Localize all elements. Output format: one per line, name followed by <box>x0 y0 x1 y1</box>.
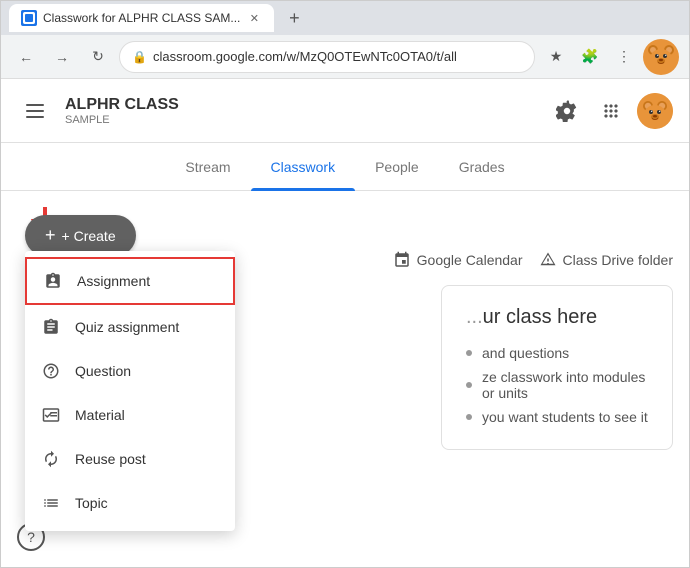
reload-button[interactable]: ↻ <box>83 42 113 72</box>
menu-item-topic[interactable]: Topic <box>25 481 235 525</box>
app-title: ALPHR CLASS <box>65 95 537 114</box>
reuse-label: Reuse post <box>75 451 146 467</box>
app-subtitle: SAMPLE <box>65 114 537 126</box>
browser-tab[interactable]: Classwork for ALPHR CLASS SAM... ✕ <box>9 4 274 32</box>
action-toolbar: Google Calendar Class Drive folder <box>241 251 673 269</box>
user-avatar[interactable] <box>637 93 673 129</box>
class-drive-btn[interactable]: Class Drive folder <box>539 251 673 269</box>
nav-tabs: Stream Classwork People Grades <box>1 143 689 191</box>
google-calendar-label: Google Calendar <box>417 252 523 268</box>
back-button[interactable]: ← <box>11 42 41 72</box>
card-item-2: ze classwork into modules or units <box>466 365 648 405</box>
new-tab-button[interactable]: + <box>280 4 308 32</box>
google-calendar-btn[interactable]: Google Calendar <box>393 251 523 269</box>
create-plus-icon: + <box>45 225 56 246</box>
settings-button[interactable] <box>549 93 585 129</box>
extensions-button[interactable]: 🧩 <box>575 42 605 72</box>
reuse-icon <box>41 449 61 469</box>
card-title: ...ur class here <box>466 306 648 329</box>
topic-label: Topic <box>75 495 108 511</box>
browser-toolbar: ← → ↻ 🔒 classroom.google.com/w/MzQ0OTEwN… <box>1 35 689 79</box>
card-dot-3 <box>466 414 472 420</box>
main-area: + + Create Assignment <box>1 191 689 567</box>
create-button[interactable]: + + Create <box>25 215 136 256</box>
tab-grades[interactable]: Grades <box>439 143 525 191</box>
menu-item-assignment[interactable]: Assignment <box>25 257 235 305</box>
question-label: Question <box>75 363 131 379</box>
hamburger-menu[interactable] <box>17 93 53 129</box>
card-item-3: you want students to see it <box>466 405 648 429</box>
topic-icon <box>41 493 61 513</box>
tab-close-button[interactable]: ✕ <box>246 10 262 26</box>
tab-stream[interactable]: Stream <box>165 143 250 191</box>
menu-item-material[interactable]: Material <box>25 393 235 437</box>
browser-frame: Classwork for ALPHR CLASS SAM... ✕ + ← →… <box>0 0 690 568</box>
app-header: ALPHR CLASS SAMPLE <box>1 79 689 143</box>
material-icon <box>41 405 61 425</box>
url-text: classroom.google.com/w/MzQ0OTEwNTc0OTA0/… <box>153 49 457 64</box>
card-item-text-3: you want students to see it <box>482 409 648 425</box>
tab-classwork[interactable]: Classwork <box>251 143 356 191</box>
lock-icon: 🔒 <box>132 50 147 64</box>
menu-item-reuse[interactable]: Reuse post <box>25 437 235 481</box>
tab-people[interactable]: People <box>355 143 439 191</box>
material-label: Material <box>75 407 125 423</box>
address-bar[interactable]: 🔒 classroom.google.com/w/MzQ0OTEwNTc0OTA… <box>119 41 535 73</box>
content-card: ...ur class here and questions ze classw… <box>441 285 673 450</box>
class-drive-label: Class Drive folder <box>563 252 673 268</box>
create-label: + Create <box>62 228 116 244</box>
header-icons <box>549 93 673 129</box>
question-icon <box>41 361 61 381</box>
toolbar-actions: ★ 🧩 ⋮ <box>541 39 679 75</box>
help-icon: ? <box>27 529 35 545</box>
menu-button[interactable]: ⋮ <box>609 42 639 72</box>
assignment-label: Assignment <box>77 273 150 289</box>
dropdown-menu: Assignment Quiz assignment <box>25 251 235 531</box>
apps-button[interactable] <box>593 93 629 129</box>
assignment-icon <box>43 271 63 291</box>
quiz-icon <box>41 317 61 337</box>
tab-title: Classwork for ALPHR CLASS SAM... <box>43 11 240 25</box>
forward-button[interactable]: → <box>47 42 77 72</box>
card-item-text-1: and questions <box>482 345 569 361</box>
tab-favicon <box>21 10 37 26</box>
menu-item-question[interactable]: Question <box>25 349 235 393</box>
card-dot-1 <box>466 350 472 356</box>
quiz-label: Quiz assignment <box>75 319 179 335</box>
app-content: ALPHR CLASS SAMPLE <box>1 79 689 567</box>
content-area: Google Calendar Class Drive folder ...ur… <box>241 251 673 450</box>
card-item-text-2: ze classwork into modules or units <box>482 369 648 401</box>
app-title-block: ALPHR CLASS SAMPLE <box>65 95 537 126</box>
menu-item-quiz[interactable]: Quiz assignment <box>25 305 235 349</box>
card-dot-2 <box>466 382 472 388</box>
card-item-1: and questions <box>466 341 648 365</box>
bookmark-button[interactable]: ★ <box>541 42 571 72</box>
browser-titlebar: Classwork for ALPHR CLASS SAM... ✕ + <box>1 1 689 35</box>
browser-avatar[interactable] <box>643 39 679 75</box>
